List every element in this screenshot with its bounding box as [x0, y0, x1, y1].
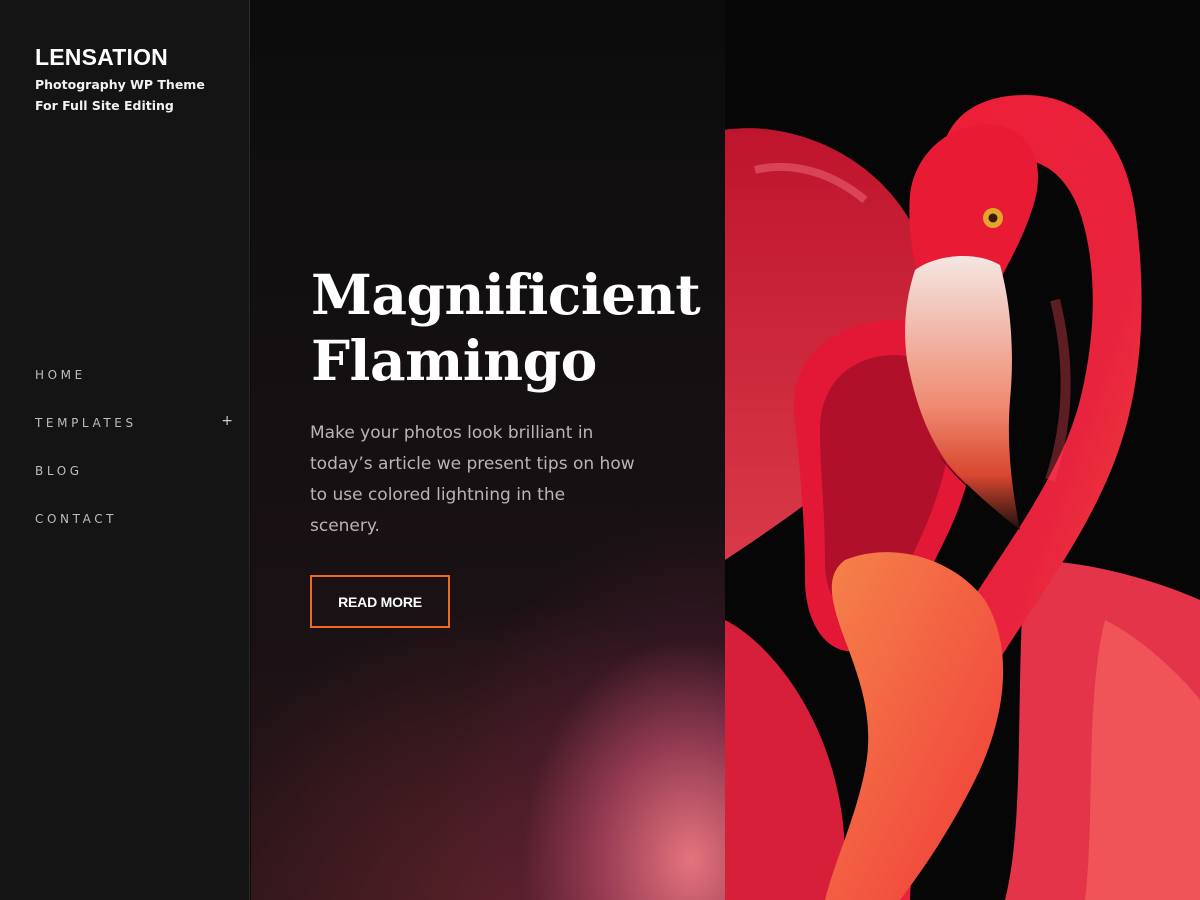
- flamingo-image: [725, 0, 1200, 900]
- plus-icon[interactable]: +: [221, 413, 233, 429]
- nav-item-label: BLOG: [35, 464, 83, 478]
- nav-item-home[interactable]: HOME: [35, 368, 235, 416]
- hero-description: Make your photos look brilliant in today…: [310, 423, 635, 536]
- nav-item-label: TEMPLATES: [35, 416, 137, 430]
- flamingo-photo: [725, 0, 1200, 900]
- sidebar: LENSATION Photography WP Theme For Full …: [0, 0, 250, 900]
- hero-section: Magnificient Flamingo Make your photos l…: [251, 0, 725, 900]
- main-navigation: HOME TEMPLATES + BLOG CONTACT: [35, 368, 235, 560]
- nav-item-label: HOME: [35, 368, 86, 382]
- hero-title: Magnificient Flamingo: [311, 262, 701, 393]
- site-tagline: Photography WP Theme For Full Site Editi…: [35, 77, 205, 113]
- nav-item-label: CONTACT: [35, 512, 118, 526]
- read-more-button[interactable]: READ MORE: [310, 575, 450, 628]
- site-title[interactable]: LENSATION: [35, 44, 168, 71]
- nav-item-templates[interactable]: TEMPLATES +: [35, 413, 235, 464]
- nav-item-blog[interactable]: BLOG: [35, 464, 235, 512]
- nav-item-contact[interactable]: CONTACT: [35, 512, 235, 560]
